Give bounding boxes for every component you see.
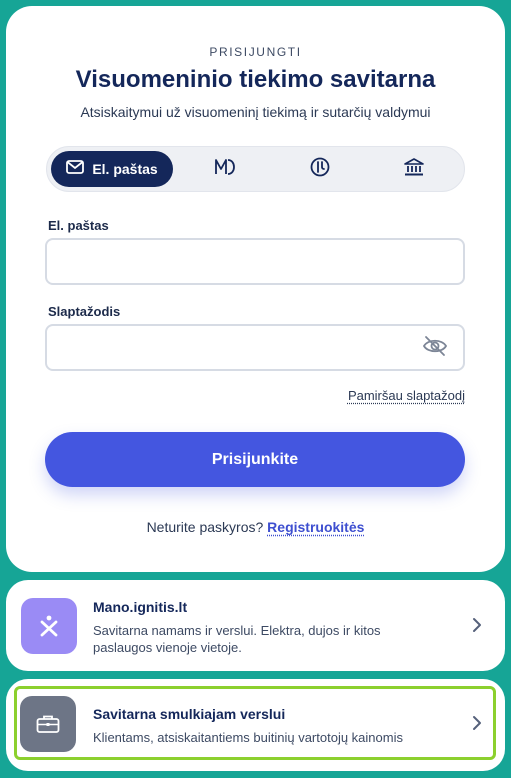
toggle-password-visibility-button[interactable] [419, 332, 451, 364]
chevron-right-icon [473, 618, 481, 632]
forgot-password-link[interactable]: Pamiršau slaptažodį [348, 388, 465, 403]
bank-icon [404, 157, 424, 181]
smart-id-icon [309, 156, 331, 183]
login-submit-button[interactable]: Prisijunkite [45, 432, 465, 487]
login-method-switch: El. paštas [46, 146, 465, 192]
card-title: Mano.ignitis.lt [93, 599, 188, 615]
small-business-card[interactable]: Savitarna smulkiajam verslui Klientams, … [6, 679, 505, 771]
login-eyebrow: PRISIJUNGTI [209, 45, 302, 59]
password-field[interactable] [45, 324, 465, 371]
email-field[interactable] [45, 238, 465, 285]
card-title: Savitarna smulkiajam verslui [93, 706, 286, 722]
tab-m-signature[interactable] [181, 151, 271, 187]
tab-bank[interactable] [369, 151, 459, 187]
eye-slash-icon [422, 335, 448, 362]
ignitis-logo-icon [21, 598, 77, 654]
tab-smart-id[interactable] [275, 151, 365, 187]
email-field-label: El. paštas [48, 218, 109, 233]
page-subtitle: Atsiskaitymui už visuomeninį tiekimą ir … [80, 104, 431, 120]
tab-email-label: El. paštas [92, 161, 158, 177]
card-description: Savitarna namams ir verslui. Elektra, du… [93, 623, 381, 655]
password-field-label: Slaptažodis [48, 304, 121, 319]
m-signature-icon [214, 157, 238, 182]
envelope-icon [66, 159, 85, 179]
register-link[interactable]: Registruokitės [267, 519, 364, 535]
page-title: Visuomeninio tiekimo savitarna [75, 66, 436, 93]
login-card: PRISIJUNGTI Visuomeninio tiekimo savitar… [6, 6, 505, 572]
chevron-right-icon [473, 716, 481, 730]
register-prompt: Neturite paskyros? [146, 519, 264, 535]
card-description: Klientams, atsiskaitantiems buitinių var… [93, 730, 403, 745]
tab-email[interactable]: El. paštas [51, 151, 173, 187]
register-row: Neturite paskyros? Registruokitės [6, 519, 505, 535]
briefcase-icon [20, 696, 76, 752]
mano-ignitis-card[interactable]: Mano.ignitis.lt Savitarna namams ir vers… [6, 580, 505, 671]
